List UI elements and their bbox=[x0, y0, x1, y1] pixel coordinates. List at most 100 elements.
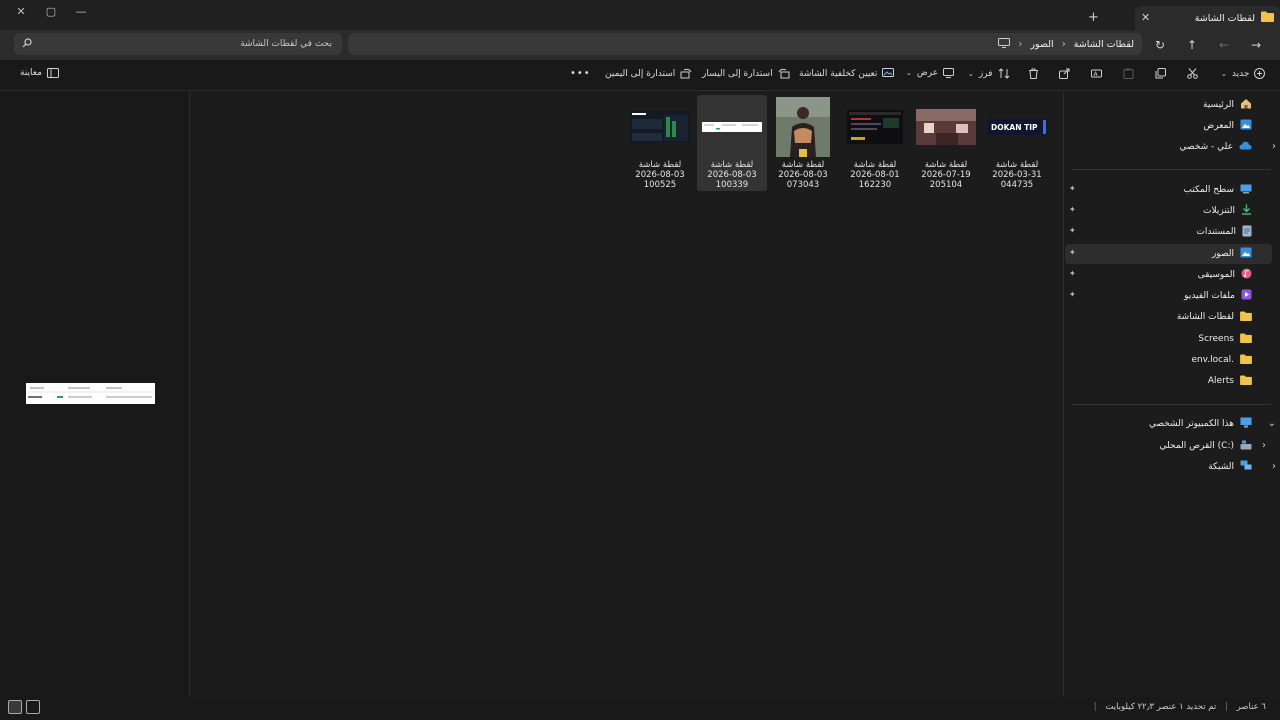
chevron-down-icon: ⌄ bbox=[1221, 69, 1227, 78]
sort-icon bbox=[998, 68, 1010, 79]
nav-item-onedrive-personal[interactable]: › علي - شخصي bbox=[1065, 137, 1276, 157]
file-item[interactable]: لقطة شاشة 2026-07-19 205104 bbox=[911, 95, 981, 191]
chevron-right-icon[interactable]: › bbox=[1272, 461, 1276, 472]
pin-icon[interactable]: ✦ bbox=[1069, 184, 1076, 193]
set-wallpaper-button[interactable]: تعيين كخلفية الشاشة bbox=[799, 68, 895, 79]
item-count: ٦ عناصر bbox=[1236, 702, 1266, 712]
rotate-left-label: استدارة إلى اليسار bbox=[702, 68, 773, 79]
add-icon bbox=[1254, 68, 1266, 79]
chevron-down-icon[interactable]: ⌄ bbox=[1268, 418, 1276, 429]
search-icon bbox=[22, 37, 32, 51]
breadcrumb-screenshots[interactable]: لقطات الشاشة bbox=[1074, 39, 1134, 50]
nav-item-label: المستندات bbox=[1196, 227, 1236, 237]
nav-item-home[interactable]: الرئيسية bbox=[1065, 95, 1272, 115]
forward-button[interactable]: ← bbox=[1214, 36, 1234, 54]
more-options-button[interactable]: ••• bbox=[570, 68, 591, 79]
chevron-down-icon: ⌄ bbox=[906, 69, 912, 77]
monitor-icon[interactable] bbox=[998, 37, 1011, 51]
nav-item-env-local[interactable]: env.local. bbox=[1065, 350, 1272, 370]
large-icons-view-button[interactable] bbox=[8, 700, 22, 714]
new-button[interactable]: ⌄ جديد bbox=[1221, 68, 1266, 79]
nav-item-this-pc[interactable]: ⌄ هذا الكمبيوتر الشخصي bbox=[1065, 414, 1276, 434]
tab-screenshots[interactable]: ✕ لقطات الشاشة bbox=[1135, 6, 1280, 30]
file-item[interactable]: DOKAN TIP لقطة شاشة 2026-03-31 044735 bbox=[982, 95, 1052, 191]
chevron-right-icon[interactable]: › bbox=[1262, 440, 1266, 451]
preview-pane-icon bbox=[46, 68, 59, 78]
nav-item-documents[interactable]: ✦ المستندات bbox=[1065, 222, 1272, 242]
refresh-button[interactable]: ↻ bbox=[1150, 36, 1170, 54]
minimize-button[interactable]: — bbox=[66, 0, 96, 22]
pin-icon[interactable]: ✦ bbox=[1069, 290, 1076, 299]
pc-icon bbox=[1240, 417, 1252, 431]
nav-item-network[interactable]: › الشبكة bbox=[1065, 457, 1276, 477]
nav-item-desktop[interactable]: ✦ سطح المكتب bbox=[1065, 180, 1272, 200]
copy-button[interactable] bbox=[1155, 68, 1166, 79]
pin-icon[interactable]: ✦ bbox=[1069, 205, 1076, 214]
file-item[interactable]: لقطة شاشة 2026-08-01 162230 bbox=[840, 95, 910, 191]
nav-item-label: القرص المحلي (C:) bbox=[1159, 441, 1234, 451]
chevron-right-icon[interactable]: › bbox=[1062, 39, 1066, 50]
nav-item-label: الشبكة bbox=[1208, 462, 1234, 472]
pictures-icon bbox=[1240, 247, 1252, 261]
video-icon bbox=[1241, 289, 1252, 303]
file-name: لقطة شاشة 2026-08-03 100339 bbox=[707, 160, 757, 190]
address-row: بحث في لقطات الشاشة لقطات الشاشة › الصور… bbox=[0, 30, 1280, 60]
documents-icon bbox=[1242, 225, 1252, 240]
preview-pane-button[interactable]: معاينة bbox=[20, 68, 59, 78]
divider bbox=[1072, 169, 1271, 170]
file-item[interactable]: لقطة شاشة 2026-08-03 073043 bbox=[768, 95, 838, 191]
preview-image bbox=[26, 383, 155, 404]
rename-icon: A bbox=[1091, 68, 1102, 79]
address-bar[interactable]: لقطات الشاشة › الصور › bbox=[348, 33, 1142, 55]
file-name: لقطة شاشة 2026-07-19 205104 bbox=[921, 160, 971, 190]
file-item[interactable]: لقطة شاشة 2026-08-03 100525 bbox=[625, 95, 695, 191]
cut-button[interactable] bbox=[1187, 68, 1198, 79]
nav-item-music[interactable]: ✦ الموسيقى bbox=[1065, 265, 1272, 285]
chevron-right-icon[interactable]: › bbox=[1272, 141, 1276, 152]
nav-item-downloads[interactable]: ✦ التنزيلات bbox=[1065, 201, 1272, 221]
nav-item-label: سطح المكتب bbox=[1183, 185, 1234, 195]
nav-item-local-disk[interactable]: › القرص المحلي (C:) bbox=[1065, 436, 1272, 456]
file-explorer-window: ✕ ▢ — + ✕ لقطات الشاشة بحث في لقطات الشا… bbox=[0, 0, 1280, 720]
new-tab-button[interactable]: + bbox=[1088, 10, 1099, 25]
back-button[interactable]: → bbox=[1246, 36, 1266, 54]
view-button[interactable]: ⌄ عرض bbox=[906, 68, 955, 78]
file-thumbnail bbox=[773, 97, 833, 157]
file-thumbnail: DOKAN TIP bbox=[987, 97, 1047, 157]
nav-item-screenshots[interactable]: لقطات الشاشة bbox=[1065, 307, 1272, 327]
rotate-right-icon bbox=[680, 68, 692, 79]
nav-item-videos[interactable]: ✦ ملفات الفيديو bbox=[1065, 286, 1272, 306]
desktop-icon bbox=[1240, 184, 1252, 197]
preview-pane bbox=[0, 91, 190, 697]
set-wallpaper-label: تعيين كخلفية الشاشة bbox=[799, 68, 878, 79]
rotate-right-button[interactable]: استدارة إلى اليمين bbox=[605, 68, 692, 79]
close-window-button[interactable]: ✕ bbox=[6, 0, 36, 22]
pin-icon[interactable]: ✦ bbox=[1069, 269, 1076, 278]
details-view-button[interactable] bbox=[26, 700, 40, 714]
nav-item-gallery[interactable]: المعرض bbox=[1065, 116, 1272, 136]
pin-icon[interactable]: ✦ bbox=[1069, 226, 1076, 235]
rename-button[interactable]: A bbox=[1091, 68, 1102, 79]
paste-icon bbox=[1123, 68, 1134, 79]
breadcrumb-pictures[interactable]: الصور bbox=[1030, 39, 1053, 50]
sort-button[interactable]: ⌄ فرز bbox=[968, 68, 1010, 79]
search-box[interactable]: بحث في لقطات الشاشة bbox=[14, 33, 342, 55]
nav-item-pictures[interactable]: ✦ الصور bbox=[1065, 244, 1272, 264]
paste-button[interactable] bbox=[1123, 68, 1134, 79]
delete-button[interactable] bbox=[1028, 68, 1039, 79]
up-button[interactable]: ↑ bbox=[1182, 36, 1202, 54]
search-input[interactable]: بحث في لقطات الشاشة bbox=[240, 39, 332, 49]
pin-icon[interactable]: ✦ bbox=[1069, 248, 1076, 257]
rotate-left-button[interactable]: استدارة إلى اليسار bbox=[702, 68, 790, 79]
nav-item-alerts[interactable]: Alerts bbox=[1065, 371, 1272, 391]
file-item-selected[interactable]: لقطة شاشة 2026-08-03 100339 bbox=[697, 95, 767, 191]
maximize-button[interactable]: ▢ bbox=[36, 0, 66, 22]
share-button[interactable] bbox=[1059, 68, 1070, 79]
tab-close-icon[interactable]: ✕ bbox=[1141, 11, 1150, 24]
nav-item-screens[interactable]: Screens bbox=[1065, 329, 1272, 349]
wallpaper-icon bbox=[882, 68, 895, 79]
title-bar: ✕ ▢ — + ✕ لقطات الشاشة bbox=[0, 0, 1280, 30]
trash-icon bbox=[1028, 68, 1039, 79]
chevron-right-icon[interactable]: › bbox=[1018, 39, 1022, 50]
nav-item-label: ملفات الفيديو bbox=[1184, 291, 1235, 301]
